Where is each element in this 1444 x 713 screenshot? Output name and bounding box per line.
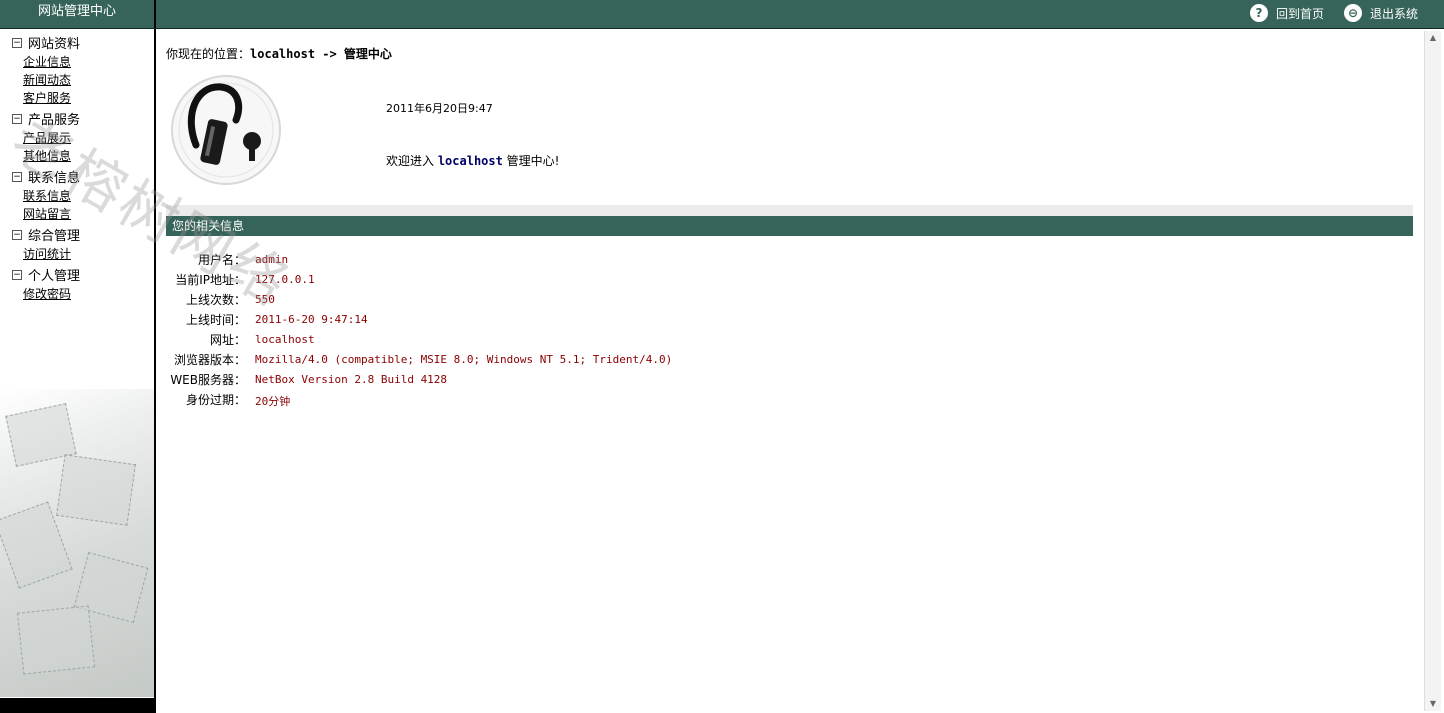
- info-value: NetBox Version 2.8 Build 4128: [255, 373, 448, 386]
- section-header: 您的相关信息: [166, 216, 1413, 236]
- breadcrumb-path: localhost -> 管理中心: [250, 47, 392, 61]
- collapse-icon[interactable]: −: [12, 113, 22, 124]
- sidebar-stamp-art: [0, 389, 154, 697]
- header-divider: [154, 0, 156, 28]
- info-row-session-expiry: 身份过期： 20分钟: [166, 391, 866, 411]
- sidebar-group-site-info[interactable]: − 网站资料: [12, 33, 80, 52]
- home-link[interactable]: ? 回到首页: [1250, 2, 1324, 24]
- logout-link-label: 退出系统: [1370, 6, 1419, 21]
- info-row-browser: 浏览器版本： Mozilla/4.0 (compatible; MSIE 8.0…: [166, 351, 866, 371]
- vertical-scrollbar[interactable]: ▲ ▼: [1424, 31, 1441, 711]
- info-row-web-server: WEB服务器： NetBox Version 2.8 Build 4128: [166, 371, 866, 391]
- sidebar-group-label: 综合管理: [28, 229, 81, 244]
- collapse-icon[interactable]: −: [12, 37, 22, 48]
- home-icon: ?: [1250, 4, 1268, 22]
- scroll-up-arrow-icon[interactable]: ▲: [1425, 31, 1441, 45]
- scroll-down-arrow-icon[interactable]: ▼: [1425, 697, 1441, 711]
- lock-logo-icon: [171, 75, 281, 185]
- sidebar-item-news[interactable]: 新闻动态: [23, 71, 71, 88]
- sidebar-bottom-bar: [0, 698, 154, 713]
- collapse-icon[interactable]: −: [12, 269, 22, 280]
- info-value: Mozilla/4.0 (compatible; MSIE 8.0; Windo…: [255, 353, 673, 366]
- sidebar-item-guestbook[interactable]: 网站留言: [23, 205, 71, 222]
- info-value: 20分钟: [255, 395, 291, 408]
- sidebar-group-label: 个人管理: [28, 269, 81, 284]
- collapse-icon[interactable]: −: [12, 229, 22, 240]
- info-value: 2011-6-20 9:47:14: [255, 313, 368, 326]
- sidebar-group-general[interactable]: − 综合管理: [12, 225, 80, 244]
- welcome-host: localhost: [437, 154, 503, 168]
- info-row-url: 网址： localhost: [166, 331, 866, 351]
- welcome-suffix: 管理中心!: [502, 154, 560, 168]
- sidebar-group-personal[interactable]: − 个人管理: [12, 265, 80, 284]
- breadcrumb-prefix: 你现在的位置：: [166, 47, 251, 61]
- info-label: 浏览器版本：: [173, 353, 246, 367]
- info-value: localhost: [255, 333, 315, 346]
- home-link-label: 回到首页: [1276, 6, 1325, 21]
- current-datetime: 2011年6月20日9:47: [386, 102, 493, 115]
- info-label: 上线时间：: [185, 313, 246, 327]
- welcome-prefix: 欢迎进入: [386, 154, 438, 168]
- site-title: 网站管理中心: [37, 4, 116, 19]
- breadcrumb: 你现在的位置：localhost -> 管理中心: [166, 45, 392, 62]
- welcome-message: 欢迎进入 localhost 管理中心!: [386, 152, 560, 169]
- sidebar-group-label: 网站资料: [28, 37, 81, 52]
- sidebar-item-visit-stats[interactable]: 访问统计: [23, 245, 71, 262]
- sidebar-item-change-password[interactable]: 修改密码: [23, 285, 71, 302]
- info-label: 网址：: [209, 333, 246, 347]
- info-label: 身份过期：: [185, 393, 246, 407]
- separator-strip: [166, 205, 1413, 216]
- top-header-bar: 网站管理中心 ? 回到首页 ⊖ 退出系统: [0, 0, 1444, 29]
- sidebar-item-company-info[interactable]: 企业信息: [23, 53, 71, 70]
- logout-link[interactable]: ⊖ 退出系统: [1344, 2, 1418, 24]
- logout-icon: ⊖: [1344, 4, 1362, 22]
- info-label: WEB服务器：: [170, 373, 246, 387]
